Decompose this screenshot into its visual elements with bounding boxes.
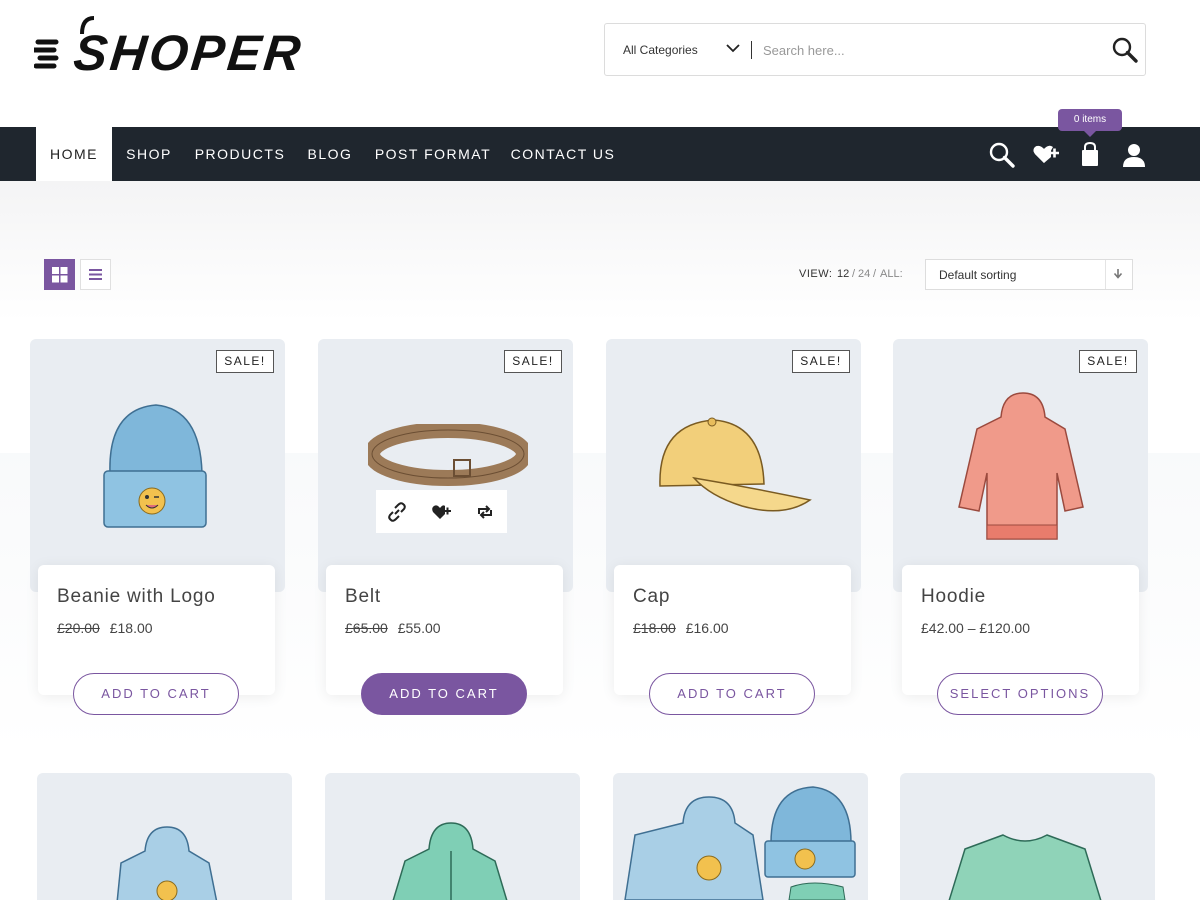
grid-icon [52,267,68,283]
cart-icon[interactable] [1076,141,1104,169]
link-icon[interactable] [387,502,407,522]
product-image-cap[interactable]: SALE! [606,339,861,592]
zip-hoodie-illustration [392,822,508,900]
product-image-long-sleeve-tee[interactable] [900,773,1155,900]
nav-item-contact-us[interactable]: CONTACT US [508,127,618,181]
grid-view-button[interactable] [44,259,75,290]
product-image-hoodie-logo[interactable] [37,773,292,900]
category-select[interactable]: All Categories [623,43,698,57]
view-option-12[interactable]: 12 [837,268,849,280]
search-icon[interactable] [988,141,1016,169]
cart-count-badge: 0 items [1058,109,1122,137]
product-title[interactable]: Belt [345,586,381,608]
view-separator: / [852,268,856,280]
add-to-cart-button[interactable]: ADD TO CART [361,673,527,715]
view-label: VIEW: [799,268,833,280]
search-input[interactable] [763,38,1083,62]
wishlist-icon[interactable] [431,502,451,522]
product-price: £65.00 £55.00 [345,620,441,636]
nav-item-post-format[interactable]: POST FORMAT [374,127,492,181]
sort-select[interactable]: Default sorting [925,259,1133,290]
product-title[interactable]: Cap [633,586,670,608]
sale-badge: SALE! [504,350,562,373]
view-separator: / [873,268,877,280]
product-price: £18.00 £16.00 [633,620,729,636]
beanie-illustration [103,404,207,528]
logo-wordmark: SHOPER [71,25,307,81]
add-to-cart-button[interactable]: ADD TO CART [73,673,239,715]
sale-badge: SALE! [1079,350,1137,373]
product-title[interactable]: Beanie with Logo [57,586,216,608]
sale-price: £16.00 [685,620,729,636]
main-navigation: HOME SHOP PRODUCTS BLOG POST FORMAT CONT… [0,127,1200,181]
nav-item-blog[interactable]: BLOG [302,127,358,181]
hoodie-illustration [958,392,1084,540]
old-price: £65.00 [345,620,388,636]
view-option-all[interactable]: ALL: [880,268,903,280]
long-sleeve-tee-illustration [948,834,1102,900]
old-price: £18.00 [633,620,676,636]
sale-badge: SALE! [216,350,274,373]
list-icon [89,269,102,280]
product-image-beanie[interactable]: SALE! [30,339,285,592]
chevron-down-icon[interactable] [725,40,741,56]
search-icon[interactable] [1111,36,1139,64]
nav-item-home[interactable]: HOME [36,127,112,181]
list-view-button[interactable] [80,259,111,290]
product-image-belt[interactable]: SALE! [318,339,573,592]
product-title[interactable]: Hoodie [921,586,986,608]
product-price: £42.00 – £120.00 [921,620,1030,636]
arrow-down-icon [1113,269,1123,279]
select-options-button[interactable]: SELECT OPTIONS [937,673,1103,715]
content-background [0,181,1200,321]
wishlist-icon[interactable] [1032,141,1060,169]
logo-collection-illustration [624,786,856,900]
product-hover-actions [376,490,507,533]
add-to-cart-button[interactable]: ADD TO CART [649,673,815,715]
sort-value: Default sorting [939,268,1017,282]
hoodie-with-logo-illustration [116,826,218,900]
nav-item-shop[interactable]: SHOP [118,127,180,181]
cap-illustration [659,417,812,512]
header-search: All Categories [604,23,1146,76]
sale-badge: SALE! [792,350,850,373]
nav-item-products[interactable]: PRODUCTS [194,127,286,181]
price-range: £42.00 – £120.00 [921,620,1030,636]
compare-icon[interactable] [475,502,495,522]
view-option-24[interactable]: 24 [858,268,870,280]
sort-divider [1105,260,1106,289]
product-price: £20.00 £18.00 [57,620,153,636]
search-divider [751,41,752,59]
product-image-hoodie[interactable]: SALE! [893,339,1148,592]
product-image-hoodie-zipper[interactable] [325,773,580,900]
shoper-logo[interactable]: SHOPER [34,12,306,82]
old-price: £20.00 [57,620,100,636]
site-header: SHOPER All Categories [0,0,1200,127]
account-icon[interactable] [1120,141,1148,169]
sale-price: £18.00 [109,620,153,636]
product-image-logo-collection[interactable] [613,773,868,900]
sale-price: £55.00 [397,620,441,636]
